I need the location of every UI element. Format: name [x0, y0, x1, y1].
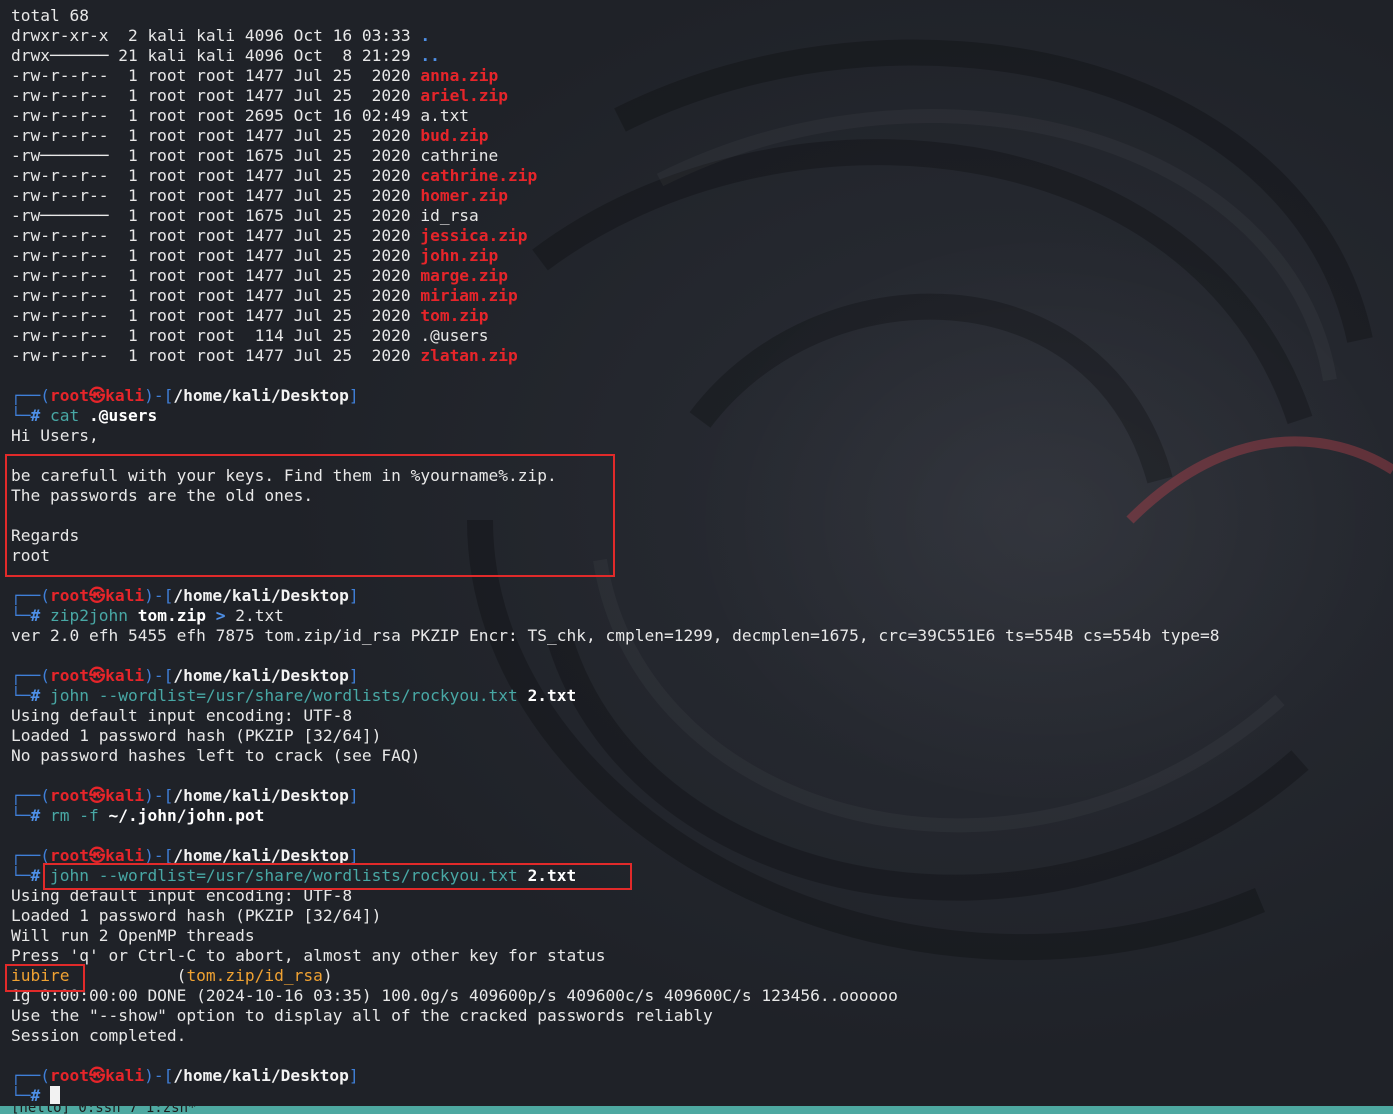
command-line: └─# cat .@users: [11, 406, 158, 425]
skull-icon: ㉿: [88, 666, 106, 685]
listing-row: -rw-r--r-- 1 root root 1477 Jul 25 2020 …: [11, 86, 509, 105]
output-line: Loaded 1 password hash (PKZIP [32/64]): [11, 726, 382, 745]
listing-row: -rw-r--r-- 1 root root 1477 Jul 25 2020 …: [11, 246, 499, 265]
cracked-password-line: iubire (tom.zip/id_rsa): [11, 966, 333, 985]
listing-row: -rw-r--r-- 1 root root 1477 Jul 25 2020 …: [11, 346, 518, 365]
command-line: └─# rm -f ~/.john/john.pot: [11, 806, 265, 825]
output-line: Regards: [11, 526, 80, 545]
output-line: be carefull with your keys. Find them in…: [11, 466, 557, 485]
listing-row: drwx────── 21 kali kali 4096 Oct 8 21:29…: [11, 46, 440, 65]
listing-row: -rw-r--r-- 1 root root 1477 Jul 25 2020 …: [11, 166, 538, 185]
listing-row: -rw-r--r-- 1 root root 2695 Oct 16 02:49…: [11, 106, 470, 125]
listing-row: -rw-r--r-- 1 root root 1477 Jul 25 2020 …: [11, 286, 518, 305]
command-line: └─# john --wordlist=/usr/share/wordlists…: [11, 686, 577, 705]
output-line: Using default input encoding: UTF-8: [11, 886, 353, 905]
skull-icon: ㉿: [88, 586, 106, 605]
cracked-password: iubire: [11, 966, 70, 985]
prompt-line: ┌──(root㉿kali)-[/home/kali/Desktop]: [11, 846, 359, 865]
listing-row: -rw-r--r-- 1 root root 1477 Jul 25 2020 …: [11, 306, 489, 325]
skull-icon: ㉿: [88, 786, 106, 805]
listing-row: -rw-r--r-- 1 root root 1477 Jul 25 2020 …: [11, 186, 509, 205]
output-line: Hi Users,: [11, 426, 99, 445]
prompt-line: ┌──(root㉿kali)-[/home/kali/Desktop]: [11, 1066, 359, 1085]
command-line: └─# zip2john tom.zip > 2.txt: [11, 606, 284, 625]
output-line: No password hashes left to crack (see FA…: [11, 746, 421, 765]
listing-row: -rw─────── 1 root root 1675 Jul 25 2020 …: [11, 206, 479, 225]
listing-row: -rw-r--r-- 1 root root 1477 Jul 25 2020 …: [11, 226, 528, 245]
output-line: Use the "--show" option to display all o…: [11, 1006, 713, 1025]
listing-total: total 68: [11, 6, 89, 25]
listing-row: -rw-r--r-- 1 root root 1477 Jul 25 2020 …: [11, 266, 509, 285]
listing-row: -rw-r--r-- 1 root root 114 Jul 25 2020 .…: [11, 326, 489, 345]
output-line: root: [11, 546, 50, 565]
output-line: Using default input encoding: UTF-8: [11, 706, 353, 725]
tmux-status-bar: [hello] 0:ssh 7 1:zsh*: [0, 1106, 1393, 1114]
skull-icon: ㉿: [88, 1066, 106, 1085]
command-line: └─# john --wordlist=/usr/share/wordlists…: [11, 866, 577, 885]
listing-row: -rw-r--r-- 1 root root 1477 Jul 25 2020 …: [11, 126, 489, 145]
output-line: 1g 0:00:00:00 DONE (2024-10-16 03:35) 10…: [11, 986, 898, 1005]
output-line: ver 2.0 efh 5455 efh 7875 tom.zip/id_rsa…: [11, 626, 1220, 645]
skull-icon: ㉿: [88, 386, 106, 405]
listing-row: drwxr-xr-x 2 kali kali 4096 Oct 16 03:33…: [11, 26, 431, 45]
listing-row: -rw─────── 1 root root 1675 Jul 25 2020 …: [11, 146, 499, 165]
prompt-line: ┌──(root㉿kali)-[/home/kali/Desktop]: [11, 586, 359, 605]
prompt-line: ┌──(root㉿kali)-[/home/kali/Desktop]: [11, 386, 359, 405]
output-line: The passwords are the old ones.: [11, 486, 314, 505]
prompt-line: ┌──(root㉿kali)-[/home/kali/Desktop]: [11, 666, 359, 685]
terminal-window[interactable]: total 68 drwxr-xr-x 2 kali kali 4096 Oct…: [0, 0, 1393, 1114]
command-input-line[interactable]: └─#: [11, 1086, 1393, 1106]
output-line: Session completed.: [11, 1026, 187, 1045]
prompt-line: ┌──(root㉿kali)-[/home/kali/Desktop]: [11, 786, 359, 805]
listing-row: -rw-r--r-- 1 root root 1477 Jul 25 2020 …: [11, 66, 499, 85]
terminal-output: total 68 drwxr-xr-x 2 kali kali 4096 Oct…: [11, 6, 1393, 1106]
output-line: Press 'q' or Ctrl-C to abort, almost any…: [11, 946, 606, 965]
text-cursor[interactable]: [50, 1086, 60, 1104]
skull-icon: ㉿: [88, 846, 106, 865]
output-line: Loaded 1 password hash (PKZIP [32/64]): [11, 906, 382, 925]
output-line: Will run 2 OpenMP threads: [11, 926, 255, 945]
